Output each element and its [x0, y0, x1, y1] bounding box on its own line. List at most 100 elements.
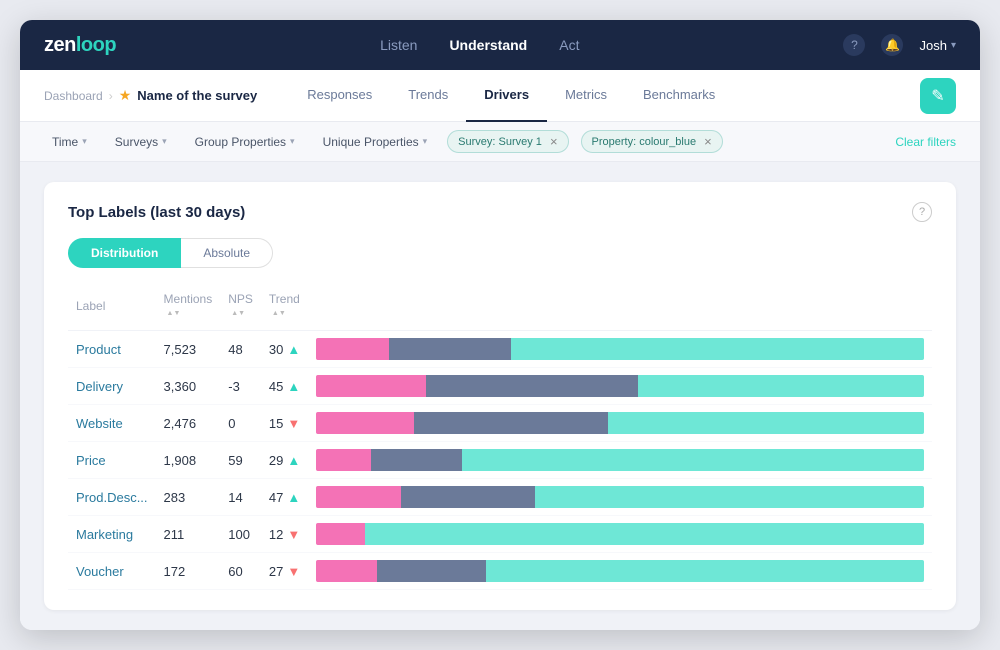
- filter-unique-props[interactable]: Unique Properties: [315, 131, 436, 153]
- bar-0: [316, 338, 924, 360]
- filter-tag-property-remove[interactable]: ×: [704, 134, 712, 149]
- cell-bar-3: [308, 442, 932, 479]
- tab-drivers[interactable]: Drivers: [466, 70, 547, 122]
- top-labels-card: Top Labels (last 30 days) ? Distribution…: [44, 182, 956, 610]
- tab-benchmarks[interactable]: Benchmarks: [625, 70, 733, 122]
- table-row: Voucher1726027▼: [68, 553, 932, 590]
- filter-tag-survey: Survey: Survey 1 ×: [447, 130, 568, 153]
- bar-teal-6: [486, 560, 924, 582]
- cell-trend-4: 47▲: [261, 479, 308, 516]
- cell-mentions-3: 1,908: [156, 442, 221, 479]
- filter-group-props[interactable]: Group Properties: [187, 131, 303, 153]
- cell-label-3[interactable]: Price: [68, 442, 156, 479]
- label-link-4[interactable]: Prod.Desc...: [76, 490, 148, 505]
- trend-arrow-6: ▼: [287, 564, 300, 579]
- nav-right: ? 🔔 Josh: [843, 34, 956, 56]
- bell-icon[interactable]: 🔔: [881, 34, 903, 56]
- mentions-sort-arrows: ▲▼: [167, 310, 181, 317]
- cell-trend-1: 45▲: [261, 368, 308, 405]
- cell-nps-3: 59: [220, 442, 261, 479]
- bar-2: [316, 412, 924, 434]
- cell-bar-4: [308, 479, 932, 516]
- breadcrumb-survey-name: Name of the survey: [137, 88, 257, 103]
- tab-responses[interactable]: Responses: [289, 70, 390, 122]
- nav-act[interactable]: Act: [559, 37, 579, 53]
- cell-mentions-0: 7,523: [156, 331, 221, 368]
- breadcrumb: Dashboard › ★ Name of the survey: [44, 87, 257, 104]
- cell-trend-2: 15▼: [261, 405, 308, 442]
- trend-sort-arrows: ▲▼: [272, 310, 286, 317]
- label-link-3[interactable]: Price: [76, 453, 106, 468]
- tab-trends[interactable]: Trends: [390, 70, 466, 122]
- table-body: Product7,5234830▲Delivery3,360-345▲Websi…: [68, 331, 932, 590]
- edit-button[interactable]: ✎: [920, 78, 956, 114]
- tab-metrics[interactable]: Metrics: [547, 70, 625, 122]
- bar-pink-6: [316, 560, 377, 582]
- bar-teal-3: [462, 449, 924, 471]
- toggle-absolute[interactable]: Absolute: [181, 238, 273, 268]
- nps-sort-arrows: ▲▼: [231, 310, 245, 317]
- cell-mentions-4: 283: [156, 479, 221, 516]
- bar-teal-5: [365, 523, 924, 545]
- help-icon[interactable]: ?: [843, 34, 865, 56]
- label-link-0[interactable]: Product: [76, 342, 121, 357]
- trend-arrow-3: ▲: [287, 453, 300, 468]
- cell-label-4[interactable]: Prod.Desc...: [68, 479, 156, 516]
- bar-gray-1: [426, 375, 639, 397]
- bar-teal-2: [608, 412, 924, 434]
- cell-label-1[interactable]: Delivery: [68, 368, 156, 405]
- trend-arrow-0: ▲: [287, 342, 300, 357]
- user-menu[interactable]: Josh: [919, 38, 956, 53]
- filter-tag-survey-text: Survey: Survey 1: [458, 136, 542, 148]
- cell-trend-6: 27▼: [261, 553, 308, 590]
- label-link-2[interactable]: Website: [76, 416, 123, 431]
- card-title: Top Labels (last 30 days): [68, 204, 245, 221]
- app-frame: zenloop Listen Understand Act ? 🔔 Josh D…: [20, 20, 980, 630]
- th-nps[interactable]: NPS ▲▼: [220, 286, 261, 331]
- cell-mentions-5: 211: [156, 516, 221, 553]
- cell-label-5[interactable]: Marketing: [68, 516, 156, 553]
- clear-filters-button[interactable]: Clear filters: [895, 135, 956, 149]
- bar-gray-3: [371, 449, 462, 471]
- filter-time[interactable]: Time: [44, 131, 95, 153]
- label-link-1[interactable]: Delivery: [76, 379, 123, 394]
- table-row: Prod.Desc...2831447▲: [68, 479, 932, 516]
- toggle-distribution[interactable]: Distribution: [68, 238, 181, 268]
- cell-nps-0: 48: [220, 331, 261, 368]
- cell-label-2[interactable]: Website: [68, 405, 156, 442]
- cell-mentions-2: 2,476: [156, 405, 221, 442]
- filter-tag-property-text: Property: colour_blue: [592, 136, 697, 148]
- nav-listen[interactable]: Listen: [380, 37, 417, 53]
- cell-label-0[interactable]: Product: [68, 331, 156, 368]
- label-link-6[interactable]: Voucher: [76, 564, 124, 579]
- trend-arrow-2: ▼: [287, 416, 300, 431]
- logo: zenloop: [44, 34, 116, 57]
- card-header: Top Labels (last 30 days) ?: [68, 202, 932, 222]
- cell-nps-6: 60: [220, 553, 261, 590]
- label-link-5[interactable]: Marketing: [76, 527, 133, 542]
- cell-nps-2: 0: [220, 405, 261, 442]
- filter-surveys[interactable]: Surveys: [107, 131, 175, 153]
- breadcrumb-arrow: ›: [109, 89, 113, 103]
- card-help-icon[interactable]: ?: [912, 202, 932, 222]
- th-mentions[interactable]: Mentions ▲▼: [156, 286, 221, 331]
- cell-bar-2: [308, 405, 932, 442]
- nav-links: Listen Understand Act: [380, 37, 579, 53]
- trend-arrow-5: ▼: [287, 527, 300, 542]
- table-row: Delivery3,360-345▲: [68, 368, 932, 405]
- bar-gray-4: [401, 486, 535, 508]
- bar-pink-3: [316, 449, 371, 471]
- sub-header: Dashboard › ★ Name of the survey Respons…: [20, 70, 980, 122]
- table-header-row: Label Mentions ▲▼ NPS ▲▼ Trend ▲▼: [68, 286, 932, 331]
- filter-tag-property: Property: colour_blue ×: [581, 130, 723, 153]
- bar-6: [316, 560, 924, 582]
- filter-tag-survey-remove[interactable]: ×: [550, 134, 558, 149]
- nav-understand[interactable]: Understand: [449, 37, 527, 53]
- bar-4: [316, 486, 924, 508]
- bar-3: [316, 449, 924, 471]
- toggle-group: Distribution Absolute: [68, 238, 932, 268]
- th-trend[interactable]: Trend ▲▼: [261, 286, 308, 331]
- breadcrumb-dashboard[interactable]: Dashboard: [44, 89, 103, 103]
- cell-label-6[interactable]: Voucher: [68, 553, 156, 590]
- bar-pink-5: [316, 523, 365, 545]
